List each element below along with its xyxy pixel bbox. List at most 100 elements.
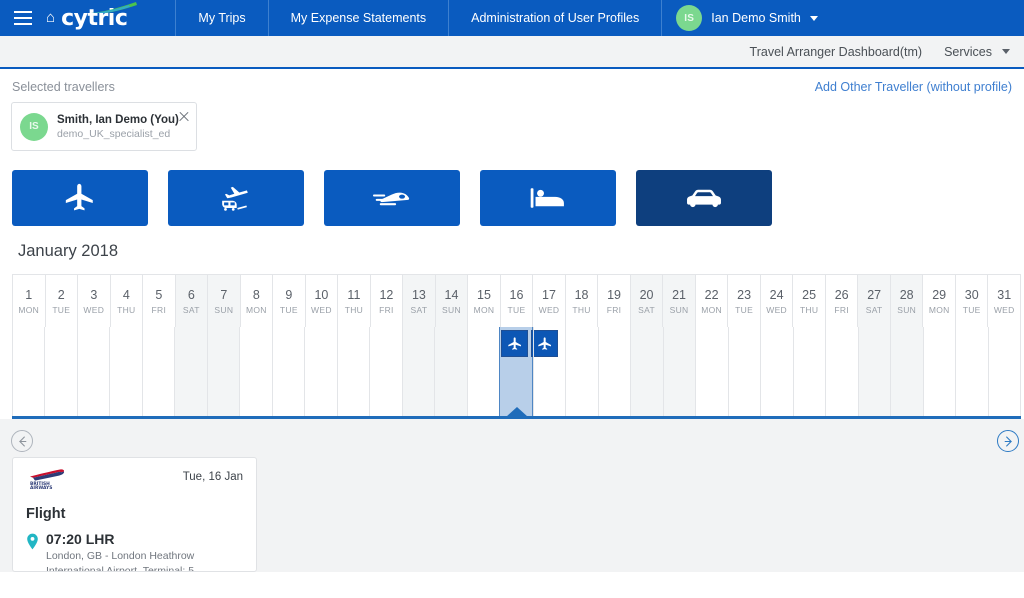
calendar-column-23[interactable] <box>727 327 760 416</box>
calendar-day-header-10[interactable]: 10 WED <box>304 275 338 327</box>
trip-card-type: Flight <box>26 506 66 522</box>
calendar-day-header-5[interactable]: 5 FRI <box>142 275 175 327</box>
calendar-day-header-11[interactable]: 11 THU <box>337 275 370 327</box>
calendar-day-header-20[interactable]: 20 SAT <box>629 275 663 327</box>
nav-administration-of-user-profiles[interactable]: Administration of User Profiles <box>448 0 663 36</box>
calendar-column-29[interactable] <box>922 327 955 416</box>
user-menu[interactable]: IS Ian Demo Smith <box>662 0 830 36</box>
calendar-day-number: 31 <box>997 287 1012 302</box>
calendar-column-25[interactable] <box>792 327 825 416</box>
calendar-day-header-18[interactable]: 18 THU <box>564 275 598 327</box>
calendar-day-header-27[interactable]: 27 SAT <box>857 275 890 327</box>
calendar-column-16[interactable] <box>499 327 559 416</box>
service-button-car[interactable] <box>636 170 772 226</box>
calendar-day-header-4[interactable]: 4 THU <box>109 275 143 327</box>
home-icon: ⌂ <box>46 9 56 26</box>
calendar-day-header-22[interactable]: 22 MON <box>694 275 728 327</box>
calendar-day-header-28[interactable]: 28 SUN <box>889 275 923 327</box>
calendar-day-header-30[interactable]: 30 TUE <box>954 275 988 327</box>
calendar-column-26[interactable] <box>825 327 857 416</box>
calendar-column-4[interactable] <box>109 327 141 416</box>
calendar-column-31[interactable] <box>987 327 1022 416</box>
calendar-column-10[interactable] <box>304 327 336 416</box>
calendar-day-header-1[interactable]: 1 MON <box>12 275 45 327</box>
calendar-day-header-15[interactable]: 15 MON <box>467 275 500 327</box>
brand-logo[interactable]: ⌂ cytric <box>46 0 147 36</box>
calendar-column-28[interactable] <box>890 327 923 416</box>
calendar-day-header-24[interactable]: 24 WED <box>759 275 793 327</box>
calendar-day-header-31[interactable]: 31 WED <box>987 275 1021 327</box>
travel-arranger-dashboard-link[interactable]: Travel Arranger Dashboard(tm) <box>750 45 923 59</box>
add-other-traveller-link[interactable]: Add Other Traveller (without profile) <box>815 80 1012 94</box>
calendar-day-header-9[interactable]: 9 TUE <box>272 275 305 327</box>
calendar-day-of-week: SUN <box>442 304 461 315</box>
calendar-column-12[interactable] <box>369 327 401 416</box>
calendar-day-header-12[interactable]: 12 FRI <box>369 275 403 327</box>
calendar-column-27[interactable] <box>857 327 891 416</box>
trip-card[interactable]: BRITISH AIRWAYS Tue, 16 Jan Flight 07:20… <box>12 457 257 572</box>
calendar-column-3[interactable] <box>76 327 109 416</box>
hamburger-menu-icon[interactable] <box>0 0 46 36</box>
calendar-column-5[interactable] <box>141 327 174 416</box>
calendar-column-20[interactable] <box>630 327 663 416</box>
calendar-column-7[interactable] <box>206 327 240 416</box>
calendar-column-24[interactable] <box>760 327 792 416</box>
calendar-day-header-14[interactable]: 14 SUN <box>434 275 468 327</box>
calendar-day-header-6[interactable]: 6 SAT <box>174 275 208 327</box>
calendar-day-header-23[interactable]: 23 TUE <box>727 275 760 327</box>
calendar-day-header-25[interactable]: 25 THU <box>792 275 825 327</box>
calendar-day-header-16[interactable]: 16 TUE <box>499 275 533 327</box>
calendar-column-2[interactable] <box>44 327 76 416</box>
calendar-day-header-19[interactable]: 19 FRI <box>597 275 630 327</box>
previous-button[interactable] <box>11 430 33 452</box>
calendar-day-number: 28 <box>899 287 914 302</box>
calendar-column-19[interactable] <box>597 327 630 416</box>
service-button-hotel[interactable] <box>480 170 616 226</box>
calendar-day-header-21[interactable]: 21 SUN <box>662 275 695 327</box>
calendar-column-1[interactable] <box>12 327 44 416</box>
calendar-day-of-week: SAT <box>410 304 428 315</box>
calendar-day-header-26[interactable]: 26 FRI <box>824 275 858 327</box>
calendar-column-9[interactable] <box>271 327 304 416</box>
calendar-day-number: 14 <box>444 287 459 302</box>
calendar-column-21[interactable] <box>662 327 696 416</box>
service-type-buttons <box>0 151 1024 226</box>
calendar-column-14[interactable] <box>434 327 467 416</box>
services-menu[interactable]: Services <box>944 45 1010 59</box>
nav-my-expense-statements[interactable]: My Expense Statements <box>267 0 448 36</box>
calendar-column-17[interactable] <box>532 327 565 416</box>
calendar-day-header-29[interactable]: 29 MON <box>922 275 955 327</box>
calendar-day-header-3[interactable]: 3 WED <box>77 275 110 327</box>
calendar-column-11[interactable] <box>336 327 369 416</box>
calendar-day-header-2[interactable]: 2 TUE <box>44 275 78 327</box>
traveller-chip[interactable]: IS Smith, Ian Demo (You) demo_UK_special… <box>11 102 197 151</box>
arrow-left-icon <box>18 435 26 447</box>
calendar-day-header-7[interactable]: 7 SUN <box>207 275 240 327</box>
calendar-column-6[interactable] <box>174 327 207 416</box>
calendar-column-22[interactable] <box>695 327 727 416</box>
close-icon[interactable] <box>178 111 190 123</box>
calendar-column-15[interactable] <box>466 327 499 416</box>
calendar-column-13[interactable] <box>401 327 435 416</box>
calendar-day-number: 3 <box>90 287 98 302</box>
calendar-column-18[interactable] <box>565 327 597 416</box>
calendar-day-number: 13 <box>411 287 426 302</box>
service-button-rail[interactable] <box>324 170 460 226</box>
calendar-day-header-8[interactable]: 8 MON <box>239 275 273 327</box>
nav-my-trips[interactable]: My Trips <box>175 0 267 36</box>
brand-swoosh-icon <box>91 1 138 13</box>
traveller-chip-text: Smith, Ian Demo (You) demo_UK_specialist… <box>57 114 179 140</box>
next-button[interactable] <box>997 430 1019 452</box>
calendar-day-number: 7 <box>220 287 228 302</box>
service-button-flight[interactable] <box>12 170 148 226</box>
calendar-day-of-week: TUE <box>962 304 981 315</box>
trip-detail-footer: BRITISH AIRWAYS Tue, 16 Jan Flight 07:20… <box>0 419 1024 572</box>
calendar-day-of-week: THU <box>572 304 591 315</box>
segment-location-description: London, GB - London Heathrow Internation… <box>46 550 195 572</box>
trip-marker-airplane-icon[interactable] <box>501 330 529 357</box>
calendar-column-8[interactable] <box>239 327 271 416</box>
calendar-day-header-13[interactable]: 13 SAT <box>402 275 435 327</box>
calendar-day-header-17[interactable]: 17 WED <box>532 275 565 327</box>
service-button-flight-rail[interactable] <box>168 170 304 226</box>
calendar-column-30[interactable] <box>955 327 987 416</box>
